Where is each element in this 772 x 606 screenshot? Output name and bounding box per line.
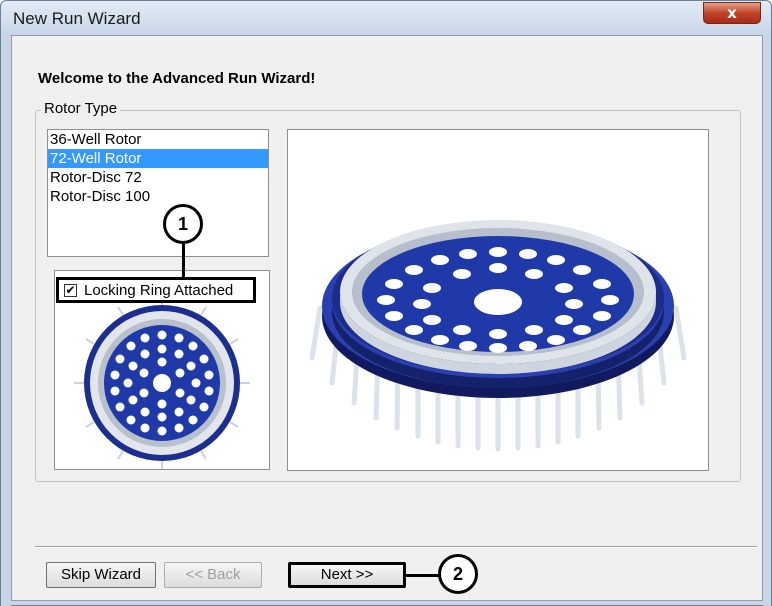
- wizard-window: New Run Wizard x Welcome to the Advanced…: [0, 0, 772, 606]
- callout-2-line: [406, 574, 440, 577]
- title-bar[interactable]: New Run Wizard x: [1, 1, 771, 35]
- window-border-right: [763, 35, 771, 606]
- rotor-image: [309, 220, 687, 452]
- locking-ring-label: Locking Ring Attached: [84, 282, 234, 299]
- locking-ring-checkbox[interactable]: ✔: [64, 284, 77, 297]
- rotor-type-list[interactable]: 36-Well Rotor 72-Well Rotor Rotor-Disc 7…: [47, 129, 269, 257]
- callout-1-line: [182, 241, 185, 278]
- locking-ring-checkbox-row[interactable]: ✔ Locking Ring Attached: [56, 277, 256, 303]
- rotor-option-72-well[interactable]: 72-Well Rotor: [48, 149, 268, 168]
- back-button[interactable]: << Back: [164, 562, 262, 588]
- rotor-image-panel: [287, 129, 709, 471]
- footer-separator: [35, 546, 757, 548]
- window-title: New Run Wizard: [13, 9, 141, 28]
- close-button[interactable]: x: [703, 2, 761, 24]
- skip-wizard-button[interactable]: Skip Wizard: [46, 562, 156, 588]
- rotor-type-label: Rotor Type: [41, 100, 121, 117]
- welcome-heading: Welcome to the Advanced Run Wizard!: [38, 70, 316, 87]
- window-border-left: [1, 35, 11, 606]
- callout-2: 2: [438, 554, 478, 594]
- close-icon: x: [727, 4, 737, 22]
- next-button[interactable]: Next >>: [288, 562, 406, 588]
- rotor-option-disc-72[interactable]: Rotor-Disc 72: [48, 168, 268, 187]
- rotor-option-disc-100[interactable]: Rotor-Disc 100: [48, 187, 268, 206]
- wizard-content: Welcome to the Advanced Run Wizard! Roto…: [11, 35, 763, 601]
- rotor-option-36-well[interactable]: 36-Well Rotor: [48, 130, 268, 149]
- callout-1: 1: [163, 204, 203, 244]
